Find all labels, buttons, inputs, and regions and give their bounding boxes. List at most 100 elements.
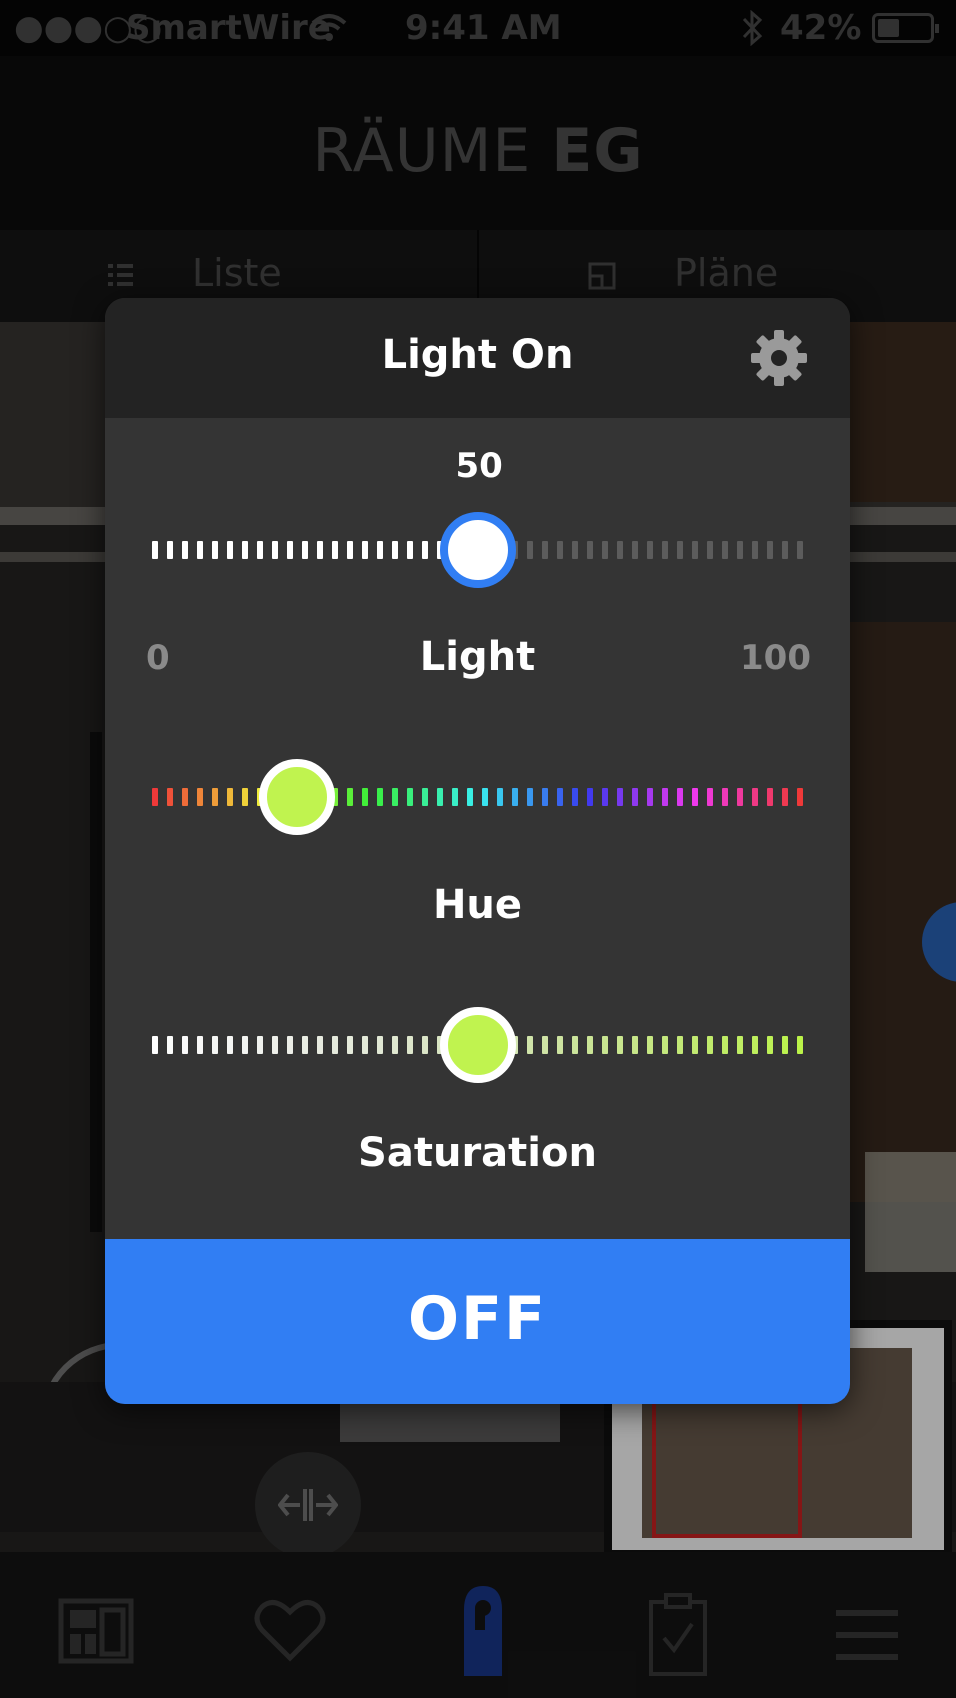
light-value: 50 bbox=[455, 446, 503, 486]
hue-tick bbox=[362, 788, 368, 806]
saturation-tick bbox=[647, 1036, 653, 1054]
light-tick bbox=[377, 541, 383, 559]
saturation-tick bbox=[617, 1036, 623, 1054]
light-tick bbox=[767, 541, 773, 559]
hue-slider-track[interactable] bbox=[150, 747, 805, 847]
saturation-slider[interactable] bbox=[150, 995, 805, 1095]
saturation-tick bbox=[377, 1036, 383, 1054]
light-tick bbox=[407, 541, 413, 559]
light-tick bbox=[797, 541, 803, 559]
dialog-header: Light On bbox=[105, 298, 850, 418]
saturation-tick bbox=[347, 1036, 353, 1054]
light-tick bbox=[257, 541, 263, 559]
hue-tick bbox=[347, 788, 353, 806]
hue-tick bbox=[482, 788, 488, 806]
saturation-tick bbox=[212, 1036, 218, 1054]
saturation-tick bbox=[302, 1036, 308, 1054]
light-tick bbox=[167, 541, 173, 559]
hue-tick bbox=[752, 788, 758, 806]
light-tick bbox=[572, 541, 578, 559]
hue-tick bbox=[572, 788, 578, 806]
light-tick bbox=[677, 541, 683, 559]
light-tick bbox=[587, 541, 593, 559]
saturation-tick bbox=[422, 1036, 428, 1054]
saturation-tick bbox=[557, 1036, 563, 1054]
saturation-tick bbox=[662, 1036, 668, 1054]
saturation-tick bbox=[737, 1036, 743, 1054]
light-tick bbox=[392, 541, 398, 559]
hue-tick bbox=[632, 788, 638, 806]
saturation-tick bbox=[257, 1036, 263, 1054]
light-max-label: 100 bbox=[740, 638, 811, 678]
hue-tick bbox=[167, 788, 173, 806]
saturation-tick bbox=[797, 1036, 803, 1054]
light-tick bbox=[557, 541, 563, 559]
hue-label: Hue bbox=[432, 882, 523, 928]
hue-tick bbox=[737, 788, 743, 806]
hue-tick bbox=[602, 788, 608, 806]
gear-icon[interactable] bbox=[749, 328, 809, 388]
saturation-tick bbox=[242, 1036, 248, 1054]
saturation-tick bbox=[167, 1036, 173, 1054]
light-tick bbox=[347, 541, 353, 559]
light-tick bbox=[542, 541, 548, 559]
saturation-tick bbox=[152, 1036, 158, 1054]
saturation-tick bbox=[272, 1036, 278, 1054]
light-tick bbox=[242, 541, 248, 559]
saturation-tick bbox=[542, 1036, 548, 1054]
saturation-tick bbox=[527, 1036, 533, 1054]
light-tick bbox=[602, 541, 608, 559]
saturation-tick bbox=[407, 1036, 413, 1054]
light-tick bbox=[182, 541, 188, 559]
hue-tick bbox=[797, 788, 803, 806]
saturation-tick bbox=[707, 1036, 713, 1054]
hue-tick bbox=[587, 788, 593, 806]
hue-tick bbox=[782, 788, 788, 806]
off-button[interactable]: OFF bbox=[105, 1239, 850, 1404]
hue-tick bbox=[437, 788, 443, 806]
saturation-tick bbox=[392, 1036, 398, 1054]
light-tick bbox=[422, 541, 428, 559]
saturation-slider-knob[interactable] bbox=[439, 1007, 516, 1083]
saturation-tick bbox=[692, 1036, 698, 1054]
hue-tick bbox=[767, 788, 773, 806]
light-tick bbox=[647, 541, 653, 559]
hue-tick bbox=[542, 788, 548, 806]
light-tick bbox=[287, 541, 293, 559]
hue-tick bbox=[212, 788, 218, 806]
light-slider[interactable] bbox=[150, 500, 805, 600]
hue-tick bbox=[497, 788, 503, 806]
saturation-label: Saturation bbox=[358, 1130, 597, 1176]
light-tick bbox=[722, 541, 728, 559]
hue-tick bbox=[722, 788, 728, 806]
hue-tick bbox=[692, 788, 698, 806]
light-label: Light bbox=[419, 634, 536, 680]
hue-tick bbox=[422, 788, 428, 806]
hue-tick bbox=[197, 788, 203, 806]
saturation-tick bbox=[587, 1036, 593, 1054]
light-tick bbox=[212, 541, 218, 559]
light-tick bbox=[152, 541, 158, 559]
hue-tick bbox=[377, 788, 383, 806]
hue-tick bbox=[467, 788, 473, 806]
saturation-tick bbox=[287, 1036, 293, 1054]
light-slider-knob[interactable] bbox=[439, 512, 516, 588]
saturation-tick bbox=[782, 1036, 788, 1054]
hue-slider[interactable] bbox=[150, 747, 805, 847]
light-tick bbox=[332, 541, 338, 559]
saturation-tick bbox=[227, 1036, 233, 1054]
light-tick bbox=[632, 541, 638, 559]
hue-tick bbox=[527, 788, 533, 806]
hue-slider-knob[interactable] bbox=[258, 759, 335, 835]
saturation-tick bbox=[332, 1036, 338, 1054]
light-tick bbox=[662, 541, 668, 559]
saturation-tick bbox=[182, 1036, 188, 1054]
light-tick bbox=[782, 541, 788, 559]
light-tick bbox=[227, 541, 233, 559]
saturation-tick bbox=[197, 1036, 203, 1054]
dialog-title: Light On bbox=[381, 332, 574, 378]
light-tick bbox=[197, 541, 203, 559]
hue-tick bbox=[617, 788, 623, 806]
hue-tick bbox=[452, 788, 458, 806]
saturation-tick bbox=[602, 1036, 608, 1054]
